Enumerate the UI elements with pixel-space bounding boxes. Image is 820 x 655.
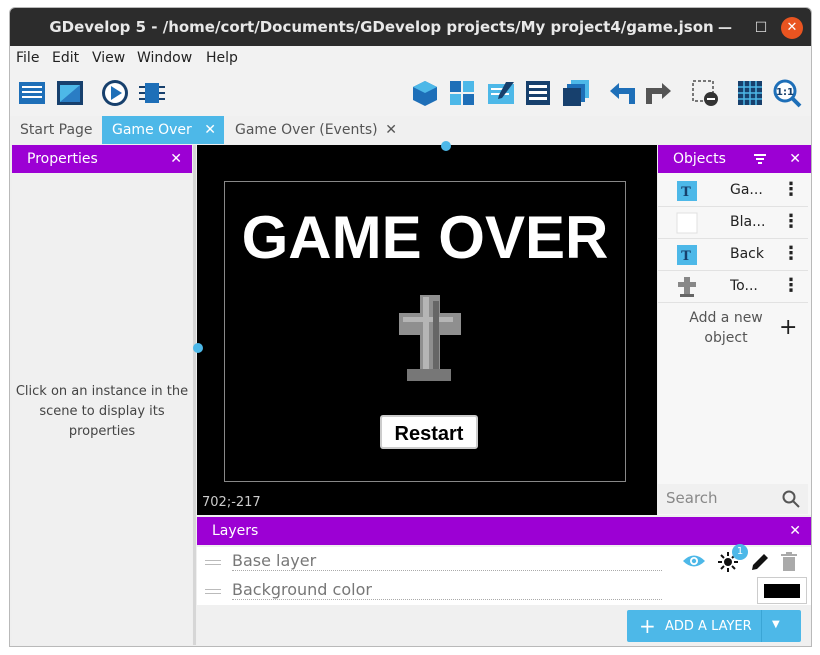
close-icon[interactable]: ✕ xyxy=(204,116,216,144)
drag-handle-icon[interactable] xyxy=(205,560,221,565)
add-object-plus-icon[interactable]: + xyxy=(779,315,797,340)
layer-row-base[interactable]: Base layer 1 xyxy=(197,544,811,576)
tab-start-page[interactable]: Start Page xyxy=(10,116,102,144)
svg-text:T: T xyxy=(681,249,691,264)
restart-button[interactable]: Restart xyxy=(380,415,478,449)
panel-title: Layers xyxy=(212,523,259,539)
preview-icon[interactable] xyxy=(100,78,130,108)
toolbar: 1:1 xyxy=(10,72,811,116)
background-color-picker[interactable] xyxy=(757,577,807,604)
layers-header: Layers ✕ xyxy=(197,517,811,545)
app-window: GDevelop 5 - /home/cort/Documents/GDevel… xyxy=(9,7,812,647)
tombstone-sprite[interactable] xyxy=(397,291,463,383)
debugger-icon[interactable] xyxy=(137,78,167,108)
close-icon[interactable]: ✕ xyxy=(170,145,182,173)
scene-canvas[interactable]: GAME OVER Restart 702;-217 xyxy=(197,145,657,515)
layer-row-background[interactable]: Background color xyxy=(197,576,811,605)
tombstone-icon xyxy=(678,277,696,297)
properties-header: Properties ✕ xyxy=(12,145,192,173)
dropdown-arrow-icon[interactable]: ▼ xyxy=(772,619,780,630)
drag-handle-icon[interactable] xyxy=(205,589,221,594)
close-icon[interactable]: ✕ xyxy=(385,116,397,144)
zoom-icon[interactable]: 1:1 xyxy=(772,78,802,108)
editor-tabs: Start Page Game Over ✕ Game Over (Events… xyxy=(10,116,811,144)
properties-icon[interactable] xyxy=(486,78,516,108)
more-options-icon[interactable]: ⋮ xyxy=(782,180,800,200)
layers-icon[interactable] xyxy=(561,78,591,108)
panel-divider[interactable] xyxy=(193,145,196,645)
menu-file[interactable]: File xyxy=(16,50,39,66)
panel-title: Properties xyxy=(27,151,98,167)
object-name: Back xyxy=(730,246,764,262)
objects-header: Objects ✕ xyxy=(658,145,811,173)
add-layer-button[interactable]: + ADD A LAYER ▼ xyxy=(627,610,801,642)
object-name: Ga... xyxy=(730,182,763,198)
svg-text:T: T xyxy=(681,185,691,200)
minimize-button[interactable]: — xyxy=(714,17,736,39)
object-name: Bla... xyxy=(730,214,766,230)
grid-icon[interactable] xyxy=(735,78,765,108)
more-options-icon[interactable]: ⋮ xyxy=(782,212,800,232)
add-object-label[interactable]: Add a new object xyxy=(678,308,774,348)
objects-panel: Objects ✕ T Ga... ⋮ Bla... ⋮ T Back ⋮ To… xyxy=(658,145,811,515)
object-item[interactable]: Bla... ⋮ xyxy=(658,207,808,239)
delete-trash-icon[interactable] xyxy=(780,552,798,572)
instances-list-icon[interactable] xyxy=(523,78,553,108)
menu-edit[interactable]: Edit xyxy=(52,50,79,66)
cursor-coordinates: 702;-217 xyxy=(202,495,261,510)
tab-label: Start Page xyxy=(20,122,93,138)
object-search[interactable]: Search xyxy=(658,484,808,514)
properties-empty-message: Click on an instance in the scene to dis… xyxy=(15,384,189,439)
window-title: GDevelop 5 - /home/cort/Documents/GDevel… xyxy=(49,18,714,36)
layer-name: Background color xyxy=(232,580,662,600)
object-name: To... xyxy=(730,278,758,294)
edit-pencil-icon[interactable] xyxy=(750,552,770,572)
object-groups-icon[interactable] xyxy=(447,78,477,108)
resize-handle-top[interactable] xyxy=(441,141,451,151)
menu-view[interactable]: View xyxy=(92,50,125,66)
close-window-button[interactable]: ✕ xyxy=(781,17,803,39)
text-object-icon: T xyxy=(677,245,697,265)
tab-game-over-events[interactable]: Game Over (Events) ✕ xyxy=(225,116,405,144)
object-item[interactable]: T Ga... ⋮ xyxy=(658,175,808,207)
delete-selection-icon[interactable] xyxy=(690,78,720,108)
title-bar: GDevelop 5 - /home/cort/Documents/GDevel… xyxy=(10,8,811,46)
tab-game-over[interactable]: Game Over ✕ xyxy=(102,116,224,144)
layers-panel: Layers ✕ Base layer 1 Background color +… xyxy=(197,517,811,646)
search-input[interactable]: Search xyxy=(666,489,718,507)
menu-window[interactable]: Window xyxy=(137,50,192,66)
search-icon[interactable] xyxy=(782,490,800,508)
layer-name[interactable]: Base layer xyxy=(232,551,662,571)
panel-title: Objects xyxy=(673,151,726,167)
plus-icon: + xyxy=(639,614,656,638)
object-icon[interactable] xyxy=(410,78,440,108)
game-over-text[interactable]: GAME OVER xyxy=(224,203,626,272)
close-icon[interactable]: ✕ xyxy=(789,145,801,173)
text-object-icon: T xyxy=(677,181,697,201)
scene-icon[interactable] xyxy=(55,78,85,108)
tab-label: Game Over xyxy=(112,122,192,138)
object-item[interactable]: T Back ⋮ xyxy=(658,239,808,271)
menu-bar: File Edit View Window Help xyxy=(10,46,811,72)
split-divider xyxy=(761,610,762,642)
tab-label: Game Over (Events) xyxy=(235,122,378,138)
menu-help[interactable]: Help xyxy=(206,50,238,66)
svg-text:1:1: 1:1 xyxy=(776,87,794,98)
color-swatch xyxy=(764,584,800,598)
properties-panel: Properties ✕ Click on an instance in the… xyxy=(12,145,192,645)
resize-handle-left[interactable] xyxy=(193,343,203,353)
redo-icon[interactable] xyxy=(644,78,674,108)
more-options-icon[interactable]: ⋮ xyxy=(782,276,800,296)
effects-count-badge: 1 xyxy=(732,544,748,560)
close-icon[interactable]: ✕ xyxy=(789,517,801,545)
sprite-blank-icon xyxy=(676,212,698,234)
object-item[interactable]: To... ⋮ xyxy=(658,271,808,303)
project-manager-icon[interactable] xyxy=(17,78,47,108)
maximize-button[interactable]: ☐ xyxy=(750,17,772,39)
visibility-eye-icon[interactable] xyxy=(682,552,706,570)
add-layer-label: ADD A LAYER xyxy=(665,619,752,634)
undo-icon[interactable] xyxy=(607,78,637,108)
filter-icon[interactable] xyxy=(754,154,766,164)
more-options-icon[interactable]: ⋮ xyxy=(782,244,800,264)
